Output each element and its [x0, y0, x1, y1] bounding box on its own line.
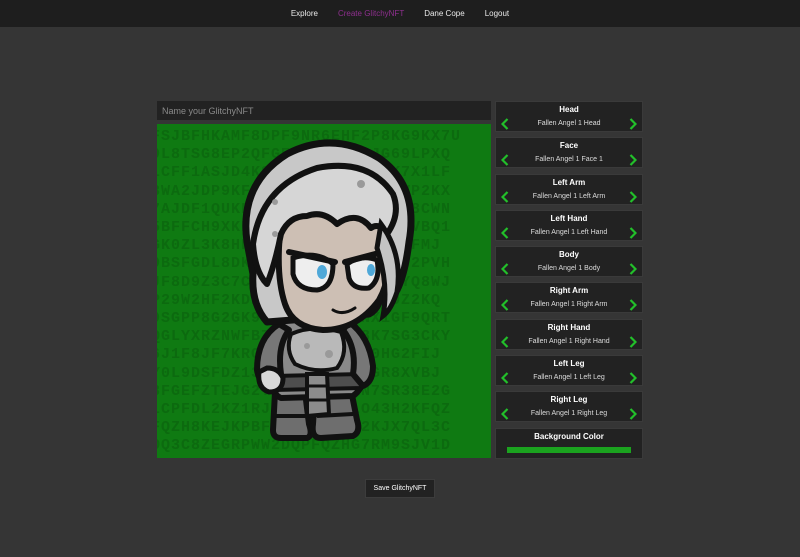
part-panel-head: Head Fallen Angel 1 Head — [495, 101, 643, 132]
chevron-right-icon[interactable] — [627, 407, 639, 421]
top-nav: Explore Create GlitchyNFT Dane Cope Logo… — [0, 0, 800, 27]
part-panel-right-arm: Right Arm Fallen Angel 1 Right Arm — [495, 282, 643, 313]
part-panel-right-hand: Right Hand Fallen Angel 1 Right Hand — [495, 319, 643, 350]
part-panel-body: Body Fallen Angel 1 Body — [495, 246, 643, 277]
background-color-title: Background Color — [534, 432, 604, 441]
part-panel-left-hand: Left Hand Fallen Angel 1 Left Hand — [495, 210, 643, 241]
part-title: Face — [559, 141, 579, 150]
part-panel-face: Face Fallen Angel 1 Face 1 — [495, 137, 643, 168]
chevron-right-icon[interactable] — [627, 153, 639, 167]
part-value: Fallen Angel 1 Head — [537, 120, 601, 127]
part-title: Right Arm — [549, 286, 589, 295]
part-title: Body — [559, 250, 579, 259]
part-panel-left-leg: Left Leg Fallen Angel 1 Left Leg — [495, 355, 643, 386]
chevron-left-icon[interactable] — [499, 298, 511, 312]
nav-explore[interactable]: Explore — [291, 9, 318, 18]
chevron-left-icon[interactable] — [499, 117, 511, 131]
part-value: Fallen Angel 1 Left Leg — [533, 374, 605, 381]
chevron-right-icon[interactable] — [627, 371, 639, 385]
part-value: Fallen Angel 1 Right Arm — [530, 301, 608, 308]
nft-name-input[interactable] — [157, 101, 491, 120]
chevron-right-icon[interactable] — [627, 117, 639, 131]
chevron-left-icon[interactable] — [499, 226, 511, 240]
chevron-right-icon[interactable] — [627, 335, 639, 349]
chevron-left-icon[interactable] — [499, 407, 511, 421]
chevron-right-icon[interactable] — [627, 298, 639, 312]
chevron-left-icon[interactable] — [499, 153, 511, 167]
part-title: Right Hand — [547, 323, 591, 332]
part-value: Fallen Angel 1 Right Hand — [528, 338, 610, 345]
part-title: Left Arm — [552, 178, 586, 187]
chevron-right-icon[interactable] — [627, 190, 639, 204]
nav-profile[interactable]: Dane Cope — [424, 9, 464, 18]
chevron-right-icon[interactable] — [627, 262, 639, 276]
part-value: Fallen Angel 1 Right Leg — [530, 410, 608, 417]
part-title: Left Leg — [553, 359, 585, 368]
nav-logout[interactable]: Logout — [485, 9, 509, 18]
save-glitchynft-button[interactable]: Save GlitchyNFT — [365, 479, 435, 498]
nft-preview-canvas: FSJBFHKAMF8DPF9NR6EHF2P8KG9KX7U9L8TSG8EP… — [157, 124, 491, 458]
background-color-swatch[interactable] — [507, 447, 631, 453]
part-title: Head — [559, 105, 579, 114]
part-panel-right-leg: Right Leg Fallen Angel 1 Right Leg — [495, 391, 643, 422]
character-illustration — [242, 139, 415, 441]
chevron-left-icon[interactable] — [499, 190, 511, 204]
part-value: Fallen Angel 1 Left Arm — [532, 193, 606, 200]
chevron-left-icon[interactable] — [499, 262, 511, 276]
part-panel-left-arm: Left Arm Fallen Angel 1 Left Arm — [495, 174, 643, 205]
chevron-left-icon[interactable] — [499, 371, 511, 385]
part-title: Left Hand — [550, 214, 588, 223]
chevron-left-icon[interactable] — [499, 335, 511, 349]
background-color-panel: Background Color — [495, 428, 643, 459]
part-value: Fallen Angel 1 Face 1 — [535, 156, 603, 163]
nav-create-glitchynft[interactable]: Create GlitchyNFT — [338, 9, 404, 18]
part-value: Fallen Angel 1 Body — [537, 265, 601, 272]
part-value: Fallen Angel 1 Left Hand — [530, 229, 608, 236]
part-title: Right Leg — [550, 395, 588, 404]
chevron-right-icon[interactable] — [627, 226, 639, 240]
